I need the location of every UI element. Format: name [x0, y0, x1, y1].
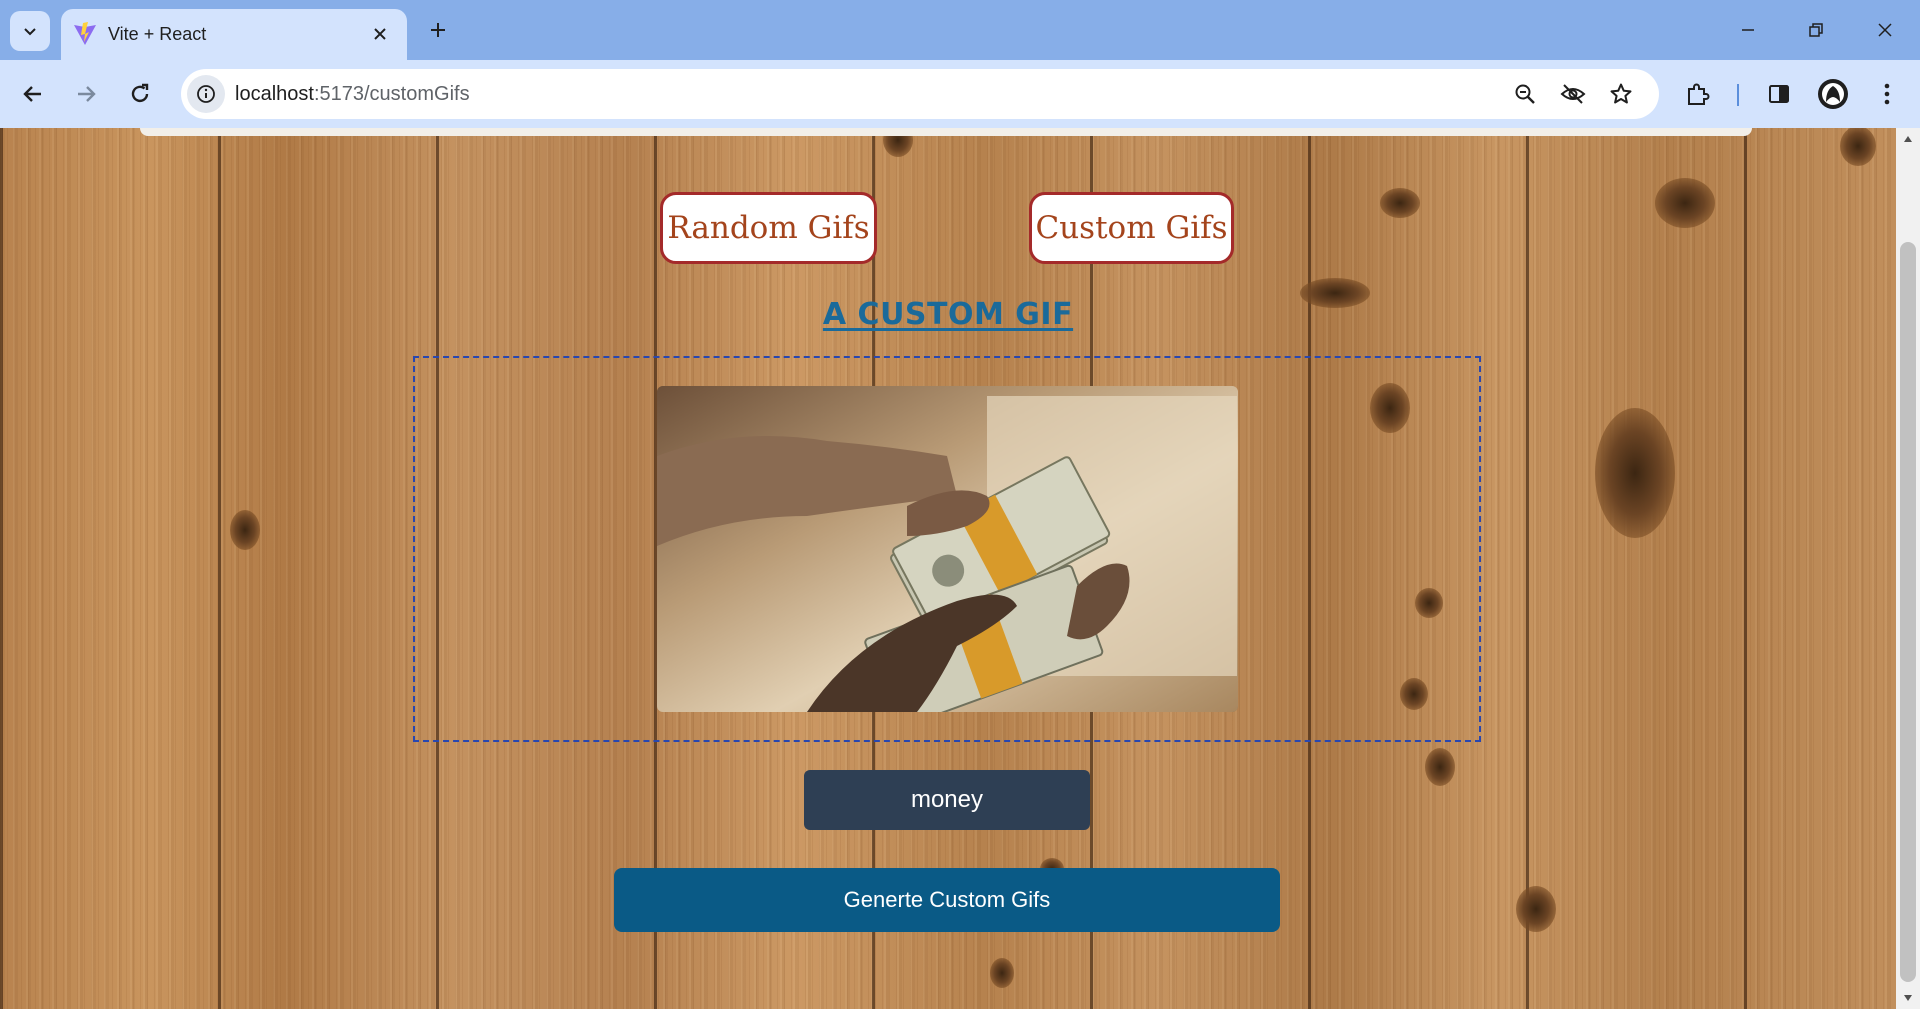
restore-button[interactable]: [1786, 8, 1846, 52]
extensions-button[interactable]: [1678, 74, 1718, 114]
scroll-thumb[interactable]: [1900, 242, 1916, 982]
generate-custom-gifs-button[interactable]: Generte Custom Gifs: [614, 868, 1280, 932]
side-panel-icon: [1769, 85, 1789, 103]
bookmark-button[interactable]: [1605, 78, 1637, 110]
wood-knot: [1425, 748, 1455, 786]
minimize-button[interactable]: [1718, 8, 1778, 52]
gif-image: [657, 386, 1238, 712]
arrow-right-icon: [78, 86, 96, 102]
minimize-icon: [1742, 29, 1754, 31]
toolbar-separator: [1737, 84, 1739, 106]
forward-button[interactable]: [64, 72, 108, 116]
scroll-up-button[interactable]: [1896, 128, 1920, 150]
profile-button[interactable]: [1813, 74, 1853, 114]
page-title: A CUSTOM GIF: [822, 297, 1074, 332]
zoom-out-icon: [1515, 84, 1535, 104]
vertical-scrollbar[interactable]: [1896, 128, 1920, 1009]
url-host: localhost: [235, 83, 314, 105]
puzzle-icon: [1688, 83, 1710, 105]
new-tab-button[interactable]: [420, 12, 456, 48]
avatar-icon: [1818, 79, 1848, 109]
tab-strip: Vite + React: [0, 0, 1920, 60]
info-icon: [197, 85, 215, 103]
address-bar[interactable]: localhost:5173/customGifs: [181, 69, 1659, 119]
restore-icon: [1809, 23, 1823, 37]
wood-knot: [1655, 178, 1715, 228]
scroll-down-button[interactable]: [1896, 987, 1920, 1009]
browser-menu-button[interactable]: [1867, 74, 1907, 114]
arrow-left-icon: [23, 86, 41, 102]
zoom-button[interactable]: [1509, 78, 1541, 110]
tab-search-button[interactable]: [10, 11, 50, 51]
wood-knot: [1840, 128, 1876, 166]
close-icon: [1878, 23, 1892, 37]
tab-title: Vite + React: [108, 24, 207, 44]
plus-icon: [431, 23, 445, 37]
search-input[interactable]: [804, 770, 1090, 830]
chevron-down-icon: [24, 28, 36, 36]
wood-knot: [1380, 188, 1420, 218]
reload-button[interactable]: [118, 72, 162, 116]
triangle-up-icon: [1904, 136, 1912, 142]
url-text: localhost:5173/customGifs: [235, 81, 470, 107]
custom-gifs-link[interactable]: Custom Gifs: [1029, 192, 1234, 264]
tab-close-button[interactable]: [367, 21, 393, 47]
page-viewport: Random Gifs Custom Gifs A CUSTOM GIF mon…: [0, 128, 1896, 1009]
wood-knot: [230, 510, 260, 550]
tab-active[interactable]: Vite + React: [61, 9, 407, 60]
wood-knot: [1516, 886, 1556, 932]
star-icon: [1610, 83, 1632, 104]
eye-off-icon: [1560, 84, 1586, 104]
header-strip: [140, 128, 1752, 136]
close-window-button[interactable]: [1855, 8, 1915, 52]
back-button[interactable]: [11, 72, 55, 116]
side-panel-button[interactable]: [1759, 74, 1799, 114]
site-info-button[interactable]: [187, 75, 225, 113]
random-gifs-link[interactable]: Random Gifs: [660, 192, 877, 264]
money-gif-illustration: [657, 386, 1238, 712]
url-path: :5173/customGifs: [313, 83, 470, 105]
close-icon: [374, 28, 386, 40]
reload-icon: [131, 83, 149, 103]
triangle-down-icon: [1904, 995, 1912, 1001]
tracking-protection-button[interactable]: [1557, 78, 1589, 110]
wood-knot: [1595, 408, 1675, 538]
wood-knot: [990, 958, 1014, 988]
browser-toolbar: localhost:5173/customGifs: [0, 60, 1920, 128]
more-vert-icon: [1884, 83, 1890, 105]
vite-logo-icon: [74, 22, 96, 45]
